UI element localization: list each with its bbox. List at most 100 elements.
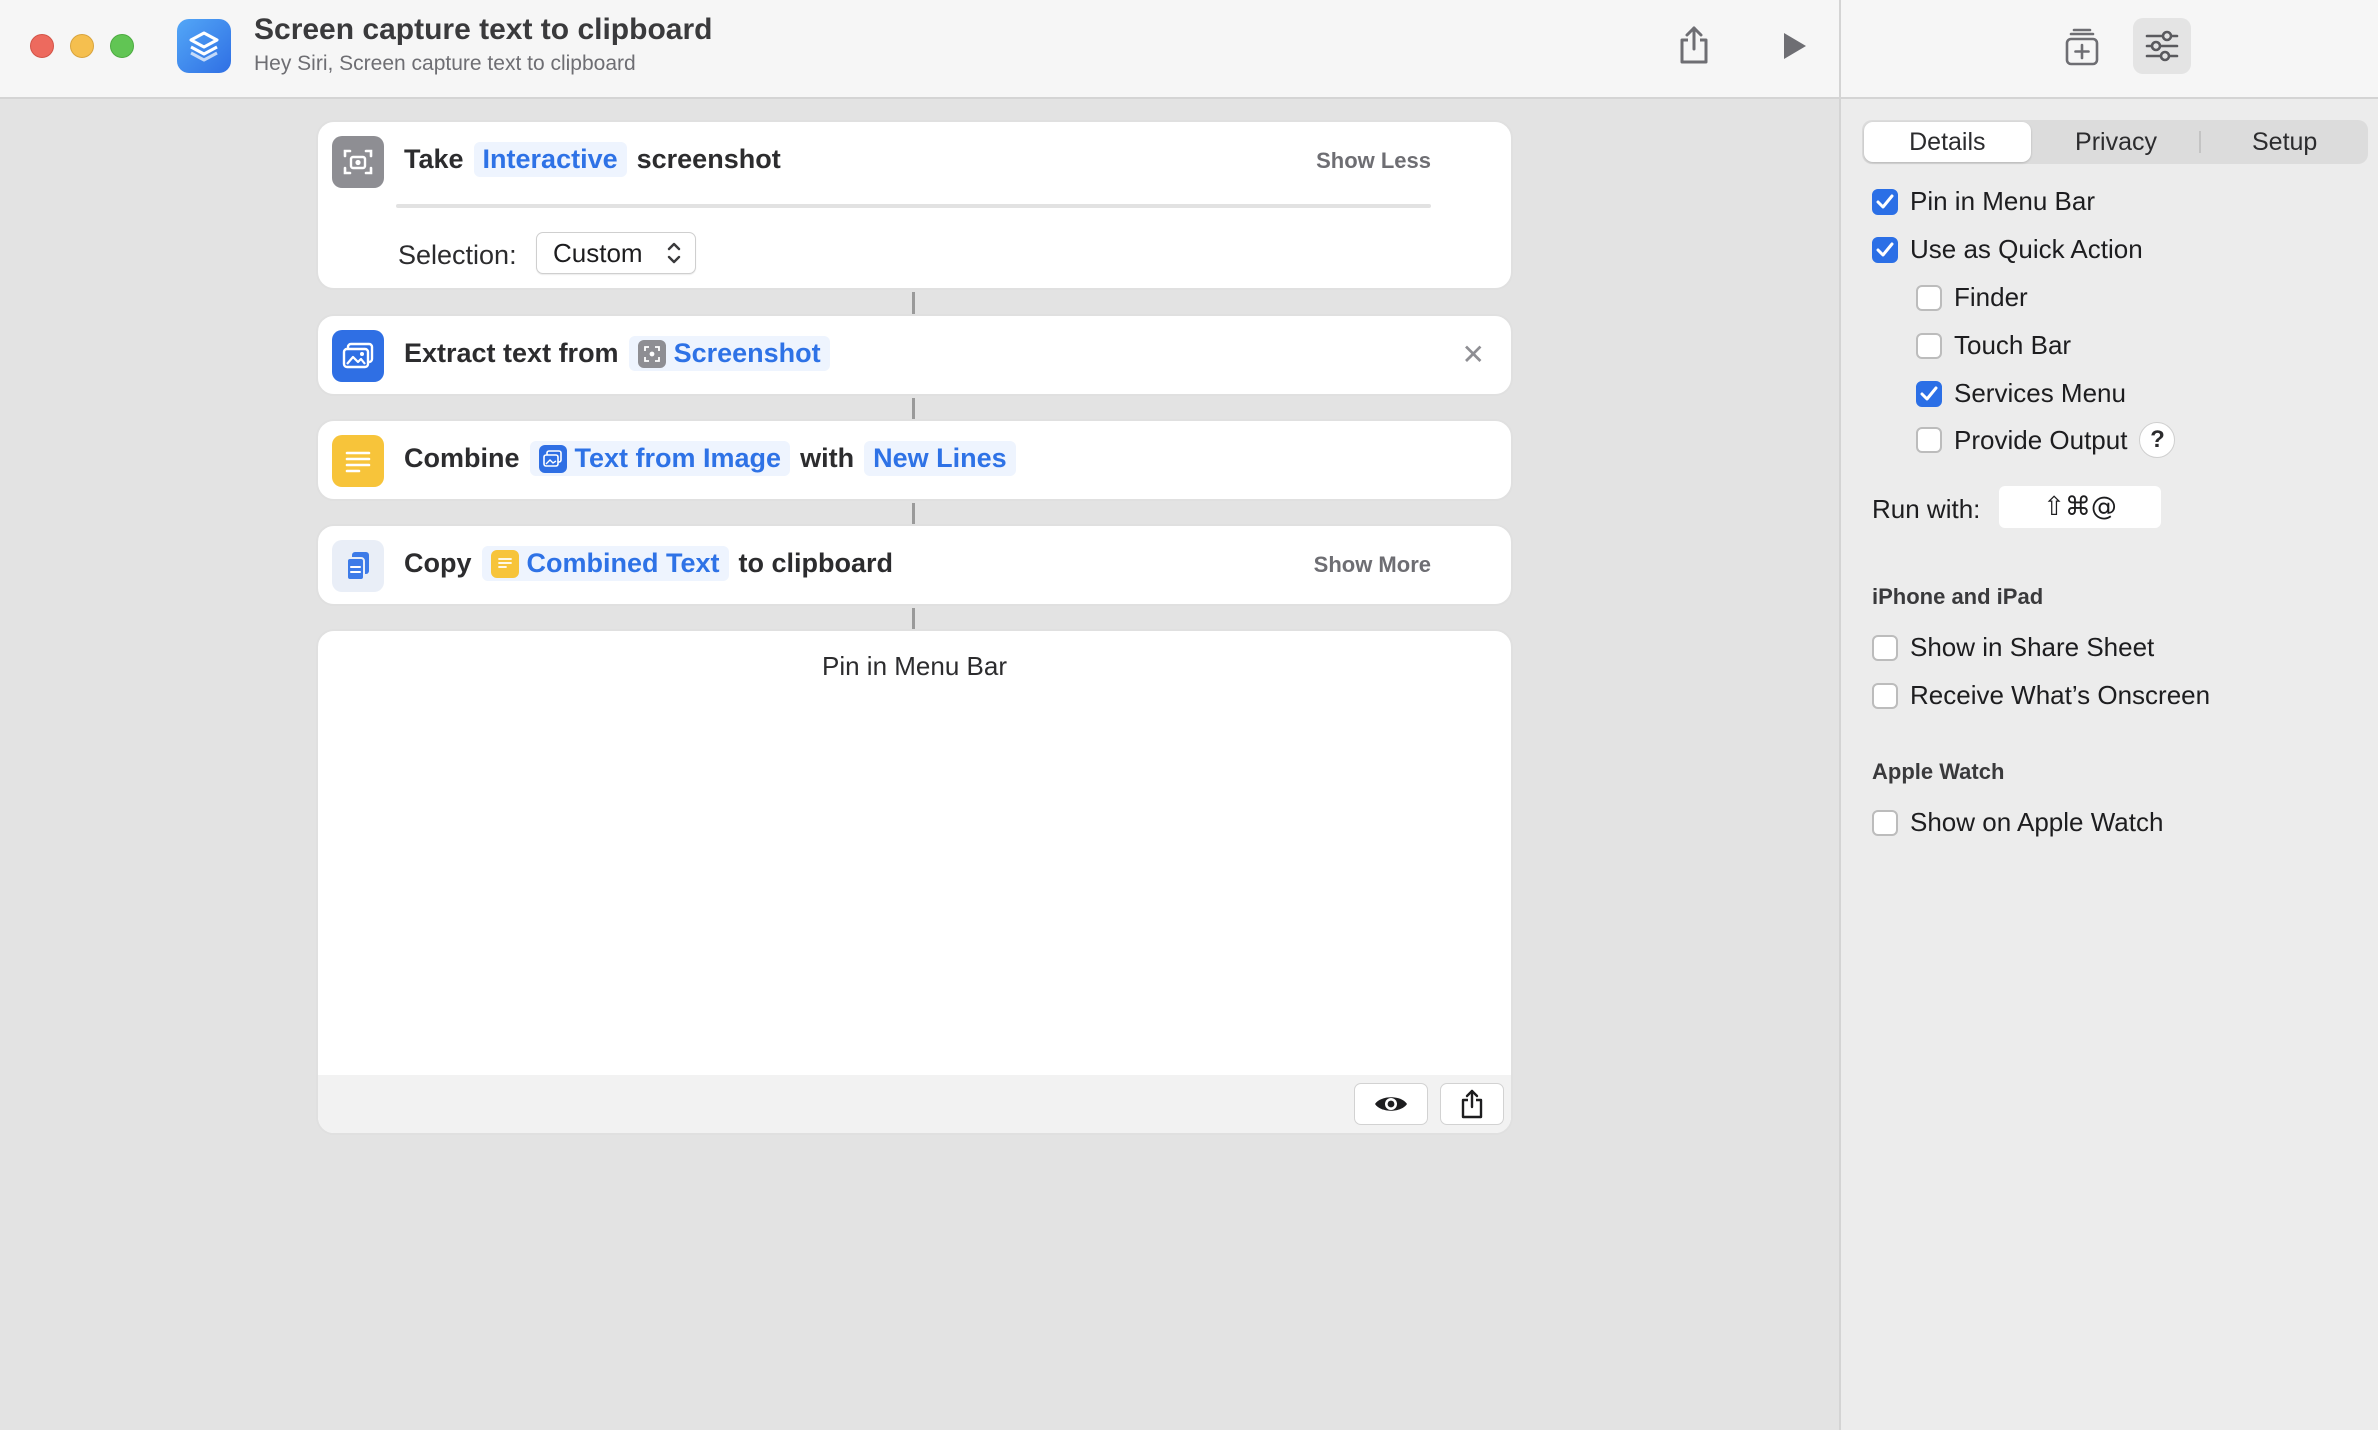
quick-look-button[interactable]: [1354, 1083, 1428, 1125]
library-add-icon: [2065, 28, 2099, 66]
finder-label: Finder: [1954, 282, 2028, 312]
apple-watch-checkbox[interactable]: [1872, 809, 1898, 836]
shortcut-icon: [177, 19, 231, 73]
run-button[interactable]: [1772, 24, 1816, 68]
take-screenshot-action[interactable]: Take Interactive screenshot Show Less Se…: [316, 120, 1513, 290]
tab-privacy[interactable]: Privacy: [2033, 120, 2200, 164]
combined-text-label: Combined Text: [526, 548, 720, 578]
sliders-icon: [2145, 30, 2179, 62]
output-preview: Pin in Menu Bar: [316, 629, 1513, 1135]
combined-text-token[interactable]: Combined Text: [481, 546, 729, 581]
action-connector: [912, 292, 915, 314]
receive-onscreen-option[interactable]: Receive What’s Onscreen: [1872, 680, 2210, 711]
interactive-token[interactable]: Interactive: [473, 142, 627, 177]
tab-details[interactable]: Details: [1864, 122, 2031, 162]
action-connector: [912, 398, 915, 419]
selection-label: Selection:: [398, 240, 517, 270]
take-screenshot-text: Take Interactive screenshot: [404, 142, 781, 177]
text-from-image-label: Text from Image: [574, 443, 782, 473]
chevron-updown-icon: [667, 242, 681, 264]
quick-action-label: Use as Quick Action: [1910, 234, 2143, 264]
provide-output-checkbox[interactable]: [1916, 427, 1942, 453]
provide-output-option[interactable]: Provide Output ?: [1916, 422, 2176, 458]
close-window-button[interactable]: [30, 34, 54, 58]
show-more-button[interactable]: Show More: [1314, 552, 1431, 578]
sidebar-toolbar: [1841, 0, 2378, 99]
copy-verb: Copy: [404, 548, 472, 578]
action-connector: [912, 503, 915, 524]
quick-action-checkbox[interactable]: [1872, 236, 1898, 263]
receive-onscreen-label: Receive What’s Onscreen: [1910, 680, 2211, 710]
text-lines-icon: [332, 435, 384, 487]
library-add-button[interactable]: [2059, 24, 2105, 70]
selection-popup[interactable]: Custom: [536, 232, 696, 274]
text-from-image-token[interactable]: Text from Image: [529, 441, 791, 476]
share-sheet-option[interactable]: Show in Share Sheet: [1872, 632, 2154, 663]
pin-menu-bar-option[interactable]: Pin in Menu Bar: [1872, 186, 2095, 217]
tab-setup[interactable]: Setup: [2201, 120, 2368, 164]
services-menu-checkbox[interactable]: [1916, 380, 1942, 407]
touch-bar-checkbox[interactable]: [1916, 332, 1942, 359]
pin-menu-bar-label: Pin in Menu Bar: [1910, 186, 2095, 216]
combine-text-text: Combine Text from Image with New Lines: [404, 441, 1026, 476]
combine-verb: Combine: [404, 443, 520, 473]
touch-bar-option[interactable]: Touch Bar: [1916, 330, 2071, 361]
services-menu-option[interactable]: Services Menu: [1916, 378, 2126, 409]
screenshot-icon: [332, 136, 384, 188]
shortcut-details-button[interactable]: [2133, 18, 2191, 74]
clipboard-icon: [332, 540, 384, 592]
keyboard-shortcut-field[interactable]: ⇧⌘@: [1999, 486, 2161, 528]
share-sheet-checkbox[interactable]: [1872, 634, 1898, 661]
copy-clipboard-text: Copy Combined Text to clipboard: [404, 546, 893, 581]
quick-action-option[interactable]: Use as Quick Action: [1872, 234, 2143, 265]
help-button[interactable]: ?: [2139, 422, 2176, 458]
checkmark-icon: [1920, 386, 1938, 400]
with-word: with: [800, 443, 855, 473]
screenshot-mini-icon: [637, 339, 666, 368]
image-text-icon: [332, 330, 384, 382]
copy-clipboard-action[interactable]: Copy Combined Text to clipboard Show Mor…: [316, 524, 1513, 606]
extract-verb: Extract text from: [404, 338, 619, 368]
selection-value: Custom: [553, 237, 643, 268]
new-lines-token[interactable]: New Lines: [864, 441, 1016, 476]
run-with-label: Run with:: [1872, 494, 1981, 524]
minimize-window-button[interactable]: [70, 34, 94, 58]
finder-checkbox[interactable]: [1916, 284, 1942, 311]
eye-icon: [1375, 1097, 1407, 1111]
screenshot-token-label: Screenshot: [673, 338, 821, 368]
iphone-section-heading: iPhone and iPad: [1872, 584, 2044, 609]
combine-text-action[interactable]: Combine Text from Image with New Lines: [316, 419, 1513, 501]
text-mini-icon: [490, 549, 519, 578]
preview-footer: [318, 1075, 1511, 1133]
receive-onscreen-checkbox[interactable]: [1872, 682, 1898, 709]
take-verb: Take: [404, 144, 464, 174]
apple-watch-option[interactable]: Show on Apple Watch: [1872, 807, 2163, 838]
touch-bar-label: Touch Bar: [1954, 330, 2072, 360]
title-bar: Screen capture text to clipboard Hey Sir…: [0, 0, 1839, 99]
share-sheet-label: Show in Share Sheet: [1910, 632, 2155, 662]
apple-watch-label: Show on Apple Watch: [1910, 807, 2164, 837]
share-icon: [1680, 26, 1708, 64]
services-menu-label: Services Menu: [1954, 378, 2126, 408]
screenshot-token[interactable]: Screenshot: [628, 336, 830, 371]
show-less-button[interactable]: Show Less: [1316, 148, 1431, 174]
preview-share-button[interactable]: [1440, 1083, 1504, 1125]
sidebar-segmented-control: Details Privacy Setup: [1862, 120, 2368, 164]
to-clipboard-text: to clipboard: [738, 548, 894, 578]
extract-text-action[interactable]: Extract text from Screenshot ✕: [316, 314, 1513, 396]
share-button[interactable]: [1672, 20, 1716, 70]
window-subtitle: Hey Siri, Screen capture text to clipboa…: [254, 52, 636, 75]
zoom-window-button[interactable]: [110, 34, 134, 58]
image-mini-icon: [538, 444, 567, 473]
pin-menu-bar-checkbox[interactable]: [1872, 188, 1898, 215]
share-icon: [1461, 1089, 1483, 1119]
action-connector: [912, 608, 915, 629]
play-icon: [1784, 33, 1806, 59]
close-icon[interactable]: ✕: [1462, 338, 1485, 371]
provide-output-label: Provide Output: [1954, 424, 2128, 455]
screenshot-word: screenshot: [636, 144, 781, 174]
preview-title: Pin in Menu Bar: [822, 651, 1007, 681]
finder-option[interactable]: Finder: [1916, 282, 2028, 313]
apple-watch-section-heading: Apple Watch: [1872, 759, 2005, 784]
window-title[interactable]: Screen capture text to clipboard: [254, 13, 712, 47]
